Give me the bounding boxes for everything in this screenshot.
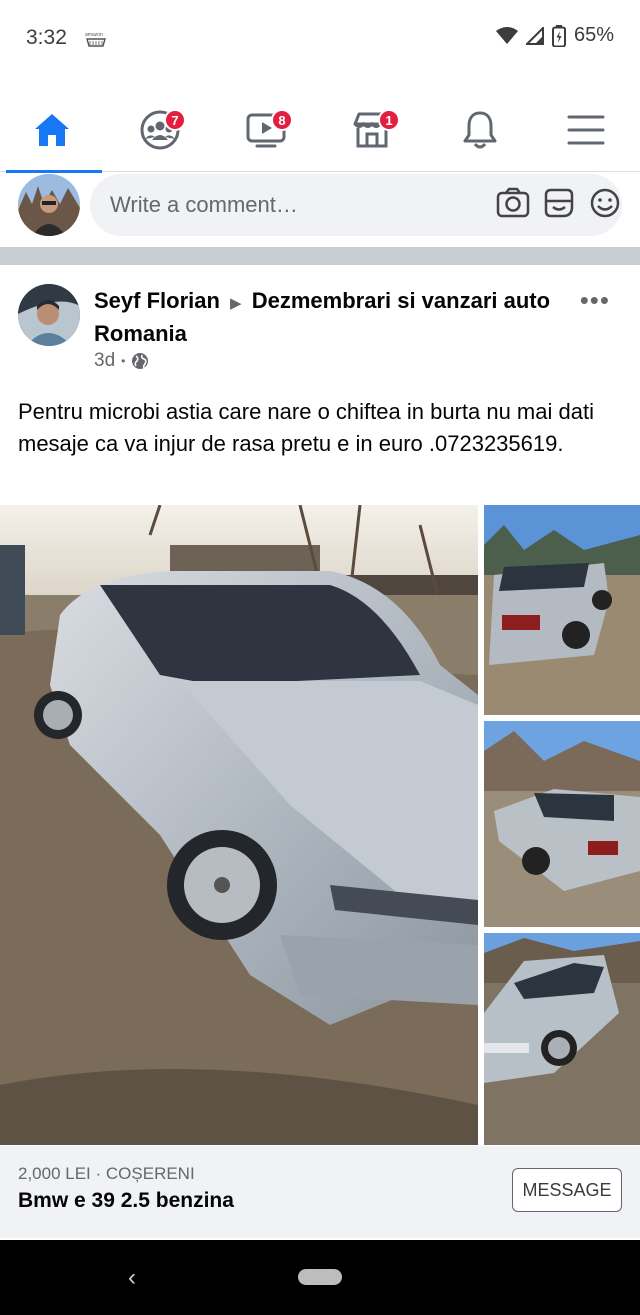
battery-percent: 65% — [573, 24, 614, 46]
wifi-icon — [495, 26, 518, 44]
main-car-photo[interactable] — [0, 505, 478, 1145]
status-bar: 3:32 amazon 65% — [0, 0, 640, 78]
globe-icon — [132, 353, 149, 369]
nav-menu[interactable] — [536, 88, 636, 172]
marketplace-listing[interactable]: 2,000 LEI · COȘERENI Bmw e 39 2.5 benzin… — [0, 1146, 640, 1238]
comment-bar: Write a comment… — [0, 173, 640, 245]
battery-icon — [551, 24, 566, 47]
signal-icon — [525, 26, 544, 45]
nav-marketplace[interactable]: 1 — [322, 88, 422, 172]
nav-groups[interactable]: 7 — [110, 88, 210, 172]
listing-price-location: 2,000 LEI · COȘERENI — [18, 1164, 195, 1183]
nav-watch[interactable]: 8 — [216, 88, 316, 172]
listing-title: Bmw e 39 2.5 benzina — [18, 1189, 234, 1212]
svg-text:amazon: amazon — [85, 32, 103, 38]
post-body: Pentru microbi astia care nare o chiftea… — [18, 399, 594, 456]
author-name[interactable]: Seyf Florian — [94, 288, 220, 313]
arrow-icon: ▶ — [230, 295, 242, 312]
android-nav-bar: ‹ — [0, 1240, 640, 1315]
comment-placeholder: Write a comment… — [110, 192, 298, 217]
post-time[interactable]: 3d — [94, 350, 115, 372]
groups-badge: 7 — [164, 109, 186, 131]
comment-actions — [496, 187, 622, 219]
car-photo-3[interactable] — [484, 721, 640, 927]
marketplace-badge: 1 — [378, 109, 400, 131]
status-time: 3:32 — [26, 26, 67, 49]
back-icon[interactable]: ‹ — [128, 1264, 136, 1292]
status-indicators: 65% — [495, 24, 614, 47]
menu-icon — [567, 115, 605, 145]
nav-home[interactable] — [2, 88, 102, 173]
sticker-icon[interactable] — [542, 187, 576, 219]
top-nav: 7 8 1 — [0, 88, 640, 173]
post-header: Seyf Florian ▶ Dezmembrari si vanzari au… — [0, 267, 640, 387]
author-avatar[interactable] — [18, 284, 80, 346]
car-photo-4[interactable] — [484, 933, 640, 1145]
current-user-avatar[interactable] — [18, 174, 80, 236]
post-title: Seyf Florian ▶ Dezmembrari si vanzari au… — [94, 286, 564, 349]
more-options-icon[interactable]: ••• — [580, 285, 610, 316]
message-button[interactable]: MESSAGE — [512, 1168, 622, 1212]
emoji-icon[interactable] — [588, 187, 622, 219]
amazon-icon: amazon — [85, 32, 106, 47]
nav-notifications[interactable] — [430, 88, 530, 172]
car-photo-2[interactable] — [484, 505, 640, 715]
meta-separator: • — [121, 354, 126, 368]
photo-grid — [0, 505, 640, 1145]
home-pill[interactable] — [298, 1269, 342, 1285]
feed-divider — [0, 245, 640, 265]
camera-icon[interactable] — [496, 187, 530, 219]
bell-icon — [463, 111, 497, 149]
post-meta: 3d • — [94, 350, 149, 372]
watch-badge: 8 — [271, 109, 293, 131]
home-icon — [35, 114, 69, 146]
